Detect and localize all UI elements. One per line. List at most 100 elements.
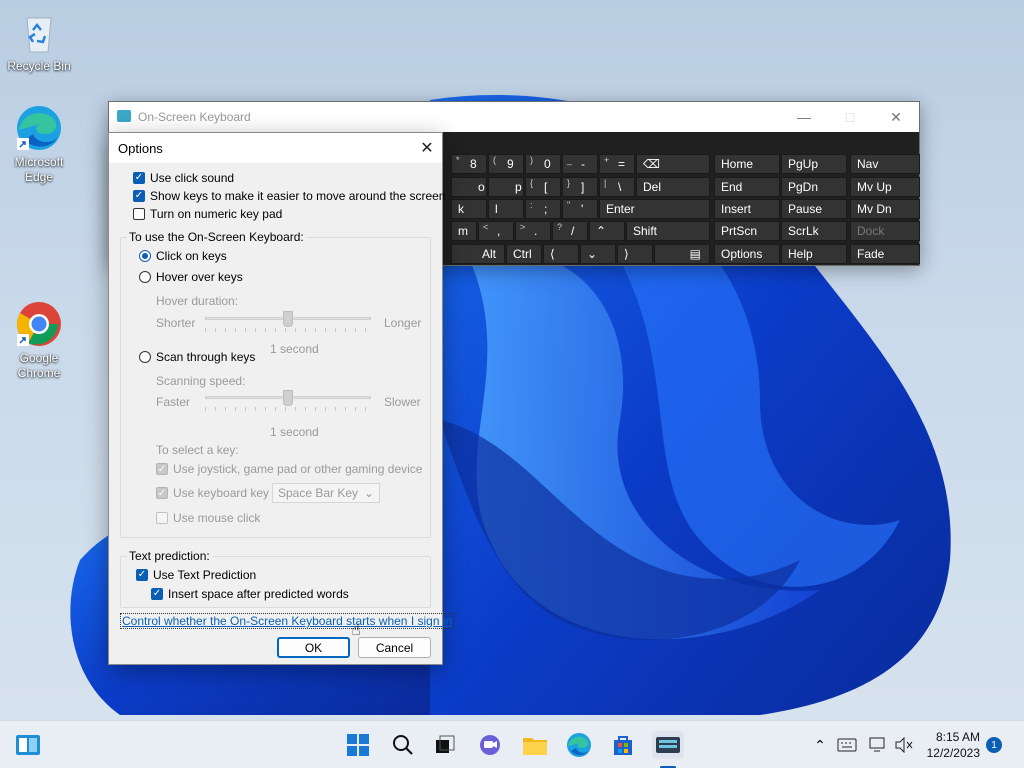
volume-muted-icon[interactable]: [890, 731, 918, 759]
maximize-icon[interactable]: □: [827, 102, 873, 132]
mouse-click-checkbox[interactable]: Use mouse click: [156, 511, 260, 525]
use-osk-group-label: To use the On-Screen Keyboard:: [127, 230, 306, 244]
slider-ticks: [205, 328, 371, 332]
widgets-icon[interactable]: [14, 731, 42, 759]
osk-taskbar-icon[interactable]: [652, 731, 684, 759]
desktop-icon-recycle-bin[interactable]: Recycle Bin: [1, 8, 77, 74]
desktop-icon-edge[interactable]: Microsoft Edge: [1, 104, 77, 185]
close-icon[interactable]: ✕: [873, 102, 919, 132]
key-enter[interactable]: Enter: [599, 199, 710, 219]
startup-settings-link[interactable]: Control whether the On-Screen Keyboard s…: [120, 613, 455, 629]
key-rbracket[interactable]: }]: [562, 177, 598, 197]
cancel-button[interactable]: Cancel: [358, 637, 431, 658]
key-backslash[interactable]: | \: [599, 177, 635, 197]
key-0[interactable]: ) 0: [525, 154, 561, 174]
key-8[interactable]: * 8: [451, 154, 487, 174]
key-insert[interactable]: Insert: [714, 199, 780, 219]
key-alt[interactable]: Alt: [451, 244, 505, 264]
hover-duration-slider[interactable]: [205, 310, 371, 332]
insert-space-checkbox[interactable]: ✓ Insert space after predicted words: [151, 587, 349, 601]
key-prtscn[interactable]: PrtScn: [714, 221, 780, 241]
osk-title-bar[interactable]: On-Screen Keyboard — □ ✕: [109, 102, 919, 132]
checkbox-empty-icon: [156, 512, 168, 524]
ok-button[interactable]: OK: [277, 637, 350, 658]
minimize-icon[interactable]: —: [781, 102, 827, 132]
key-options[interactable]: Options: [714, 244, 780, 264]
dialog-title-bar[interactable]: Options ✕: [109, 133, 442, 163]
key-semicolon[interactable]: :;: [525, 199, 561, 219]
keyboard-key-checkbox[interactable]: ✓ Use keyboard key: [156, 486, 269, 500]
show-keys-checkbox[interactable]: ✓ Show keys to make it easier to move ar…: [133, 189, 445, 203]
use-text-prediction-checkbox[interactable]: ✓ Use Text Prediction: [136, 568, 256, 582]
show-keys-label: Show keys to make it easier to move arou…: [150, 189, 446, 203]
key-end[interactable]: End: [714, 177, 780, 197]
down-arrow-icon: ⌄: [587, 247, 598, 261]
key-label: -: [581, 157, 585, 171]
radio-empty-icon: [139, 351, 151, 363]
chat-icon[interactable]: [476, 731, 504, 759]
key-dock[interactable]: Dock: [850, 221, 920, 241]
scan-through-keys-radio[interactable]: Scan through keys: [139, 350, 255, 364]
key-quote[interactable]: " ': [562, 199, 598, 219]
key-nav[interactable]: Nav: [850, 154, 920, 174]
checkmark-icon: ✓: [133, 190, 145, 202]
key-menu[interactable]: ▤: [654, 244, 710, 264]
key-up-arrow[interactable]: ⌃: [589, 221, 625, 241]
file-explorer-icon[interactable]: [521, 731, 549, 759]
key-fade[interactable]: Fade: [850, 244, 920, 264]
edge-taskbar-icon[interactable]: [565, 731, 593, 759]
slider-thumb[interactable]: [283, 311, 293, 327]
search-icon[interactable]: [389, 731, 417, 759]
desktop-icon-chrome[interactable]: Google Chrome: [1, 300, 77, 381]
edge-icon: [15, 104, 63, 152]
close-icon[interactable]: ✕: [412, 133, 442, 163]
key-comma[interactable]: <,: [478, 221, 514, 241]
key-lbracket[interactable]: {[: [525, 177, 561, 197]
key-down-arrow[interactable]: ⌄: [580, 244, 616, 264]
joystick-checkbox[interactable]: ✓ Use joystick, game pad or other gaming…: [156, 462, 422, 476]
network-icon[interactable]: [864, 731, 892, 759]
key-label: l: [495, 202, 498, 216]
numeric-pad-checkbox[interactable]: Turn on numeric key pad: [133, 207, 282, 221]
slider-thumb[interactable]: [283, 390, 293, 406]
key-p[interactable]: p: [488, 177, 524, 197]
notification-badge[interactable]: 1: [986, 737, 1002, 753]
key-home[interactable]: Home: [714, 154, 780, 174]
click-sound-checkbox[interactable]: ✓ Use click sound: [133, 171, 234, 185]
key-backspace[interactable]: ⌫: [636, 154, 710, 174]
radio-selected-icon: [139, 250, 151, 262]
key-shift[interactable]: Shift: [626, 221, 710, 241]
keyboard-tray-icon[interactable]: [833, 731, 861, 759]
key-pgdn[interactable]: PgDn: [781, 177, 847, 197]
key-del[interactable]: Del: [636, 177, 710, 197]
key-help[interactable]: Help: [781, 244, 847, 264]
chevron-up-icon[interactable]: ⌃: [806, 731, 834, 759]
key-o[interactable]: o: [451, 177, 487, 197]
clock[interactable]: 8:15 AM 12/2/2023: [927, 729, 980, 761]
key-scrlk[interactable]: ScrLk: [781, 221, 847, 241]
key-ctrl[interactable]: Ctrl: [506, 244, 542, 264]
key-period[interactable]: >.: [515, 221, 551, 241]
click-on-keys-radio[interactable]: Click on keys: [139, 249, 227, 263]
key-equals[interactable]: + =: [599, 154, 635, 174]
key-mvdn[interactable]: Mv Dn: [850, 199, 920, 219]
checkmark-icon: ✓: [156, 487, 168, 499]
key-mvup[interactable]: Mv Up: [850, 177, 920, 197]
hover-over-keys-radio[interactable]: Hover over keys: [139, 270, 243, 284]
start-icon[interactable]: [344, 731, 372, 759]
key-m[interactable]: m: [451, 221, 477, 241]
key-slash[interactable]: ? /: [552, 221, 588, 241]
key-left-arrow[interactable]: ⟨: [543, 244, 579, 264]
keyboard-key-select[interactable]: Space Bar Key ⌄: [272, 483, 380, 503]
key-pause[interactable]: Pause: [781, 199, 847, 219]
scanning-speed-slider[interactable]: [205, 389, 371, 411]
key-right-arrow[interactable]: ⟩: [617, 244, 653, 264]
task-view-icon[interactable]: [431, 731, 459, 759]
key-minus[interactable]: _ -: [562, 154, 598, 174]
key-9[interactable]: (9: [488, 154, 524, 174]
key-pgup[interactable]: PgUp: [781, 154, 847, 174]
key-k[interactable]: k: [451, 199, 487, 219]
store-icon[interactable]: [609, 731, 637, 759]
key-l[interactable]: l: [488, 199, 524, 219]
key-sub: ?: [557, 222, 563, 232]
